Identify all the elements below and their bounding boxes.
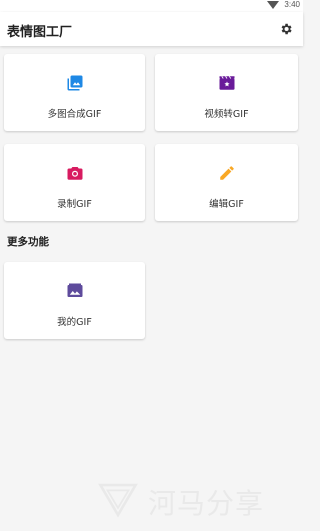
card-record-gif[interactable]: 录制GIF [4,144,145,221]
pencil-icon [218,164,236,182]
watermark: 河马分享 [96,476,301,526]
wifi-icon [267,1,279,9]
video-clapper-icon [218,74,236,92]
app-bar: 表情图工厂 [0,12,303,46]
status-time: 3:40 [284,0,300,9]
camera-icon [66,164,84,182]
card-video-to-gif[interactable]: 视频转GIF [155,54,298,131]
status-bar: 3:40 [0,0,303,12]
settings-gear-icon[interactable] [279,21,293,35]
card-edit-gif[interactable]: 编辑GIF [155,144,298,221]
card-label: 录制GIF [57,199,92,210]
app-title: 表情图工厂 [7,25,73,40]
watermark-logo-icon [98,483,138,518]
gallery-icon [66,74,84,92]
card-my-gif[interactable]: 我的GIF [4,262,145,339]
card-multi-image-gif[interactable]: 多图合成GIF [4,54,145,131]
card-label: 编辑GIF [209,199,244,210]
my-gif-icon [66,282,84,300]
watermark-text: 河马分享 [148,487,265,520]
card-label: 多图合成GIF [47,109,102,120]
card-label: 视频转GIF [204,109,249,120]
card-label: 我的GIF [57,317,92,328]
section-title-more-features: 更多功能 [7,236,49,248]
